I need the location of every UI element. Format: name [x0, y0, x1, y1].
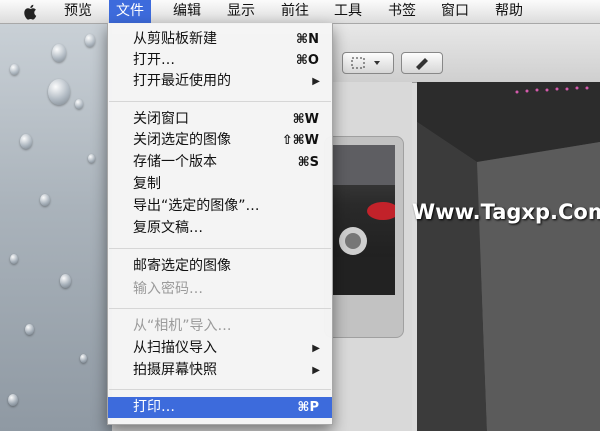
- water-drop: [25, 324, 34, 335]
- menu-item-shortcut: ⌘W: [292, 112, 319, 127]
- menu-go[interactable]: 前往: [274, 0, 316, 23]
- menu-bar: 预览 文件 编辑 显示 前往 工具 书签 窗口 帮助: [0, 0, 600, 24]
- water-drop: [8, 394, 18, 406]
- menu-tools[interactable]: 工具: [327, 0, 369, 23]
- car-thumbnail-image: [331, 145, 395, 295]
- desktop-wallpaper: [0, 24, 112, 431]
- menu-item-label: 从扫描仪导入: [133, 340, 217, 356]
- menu-separator: [109, 308, 331, 309]
- water-drop: [85, 34, 95, 47]
- menu-item-save-version[interactable]: 存储一个版本 ⌘S: [108, 152, 332, 173]
- menu-item-label: 关闭窗口: [133, 111, 189, 127]
- menu-item-label: 关闭选定的图像: [133, 132, 231, 148]
- watermark-text: Www.Tagxp.Com: [412, 200, 600, 224]
- water-drop: [88, 154, 95, 163]
- menu-item-label: 邮寄选定的图像: [133, 258, 231, 274]
- menu-separator: [109, 248, 331, 249]
- menu-separator: [109, 389, 331, 390]
- water-drop: [10, 64, 19, 75]
- water-drop: [60, 274, 71, 288]
- menu-item-open[interactable]: 打开… ⌘O: [108, 50, 332, 71]
- menu-item-duplicate[interactable]: 复制: [108, 174, 332, 195]
- selection-icon: [351, 57, 380, 69]
- menu-item-shortcut: ⌘O: [295, 53, 319, 68]
- menu-edit[interactable]: 编辑: [166, 0, 208, 23]
- menu-item-print[interactable]: 打印… ⌘P: [108, 397, 332, 418]
- water-drop: [80, 354, 87, 363]
- selection-tool-button[interactable]: [342, 52, 394, 74]
- menu-item-enter-password: 输入密码…: [108, 279, 332, 300]
- menu-item-mail-selected-image[interactable]: 邮寄选定的图像: [108, 256, 332, 277]
- main-image: [417, 82, 600, 431]
- submenu-arrow-icon: ▶: [312, 76, 320, 87]
- apple-logo-icon[interactable]: [22, 3, 40, 21]
- menu-help[interactable]: 帮助: [488, 0, 530, 23]
- menu-item-revert-document[interactable]: 复原文稿…: [108, 218, 332, 239]
- menu-preview[interactable]: 预览: [57, 0, 99, 23]
- menu-item-open-recent[interactable]: 打开最近使用的 ▶: [108, 71, 332, 92]
- menu-item-label: 存储一个版本: [133, 154, 217, 170]
- menu-item-export-selected-image[interactable]: 导出“选定的图像”…: [108, 196, 332, 217]
- menu-item-import-from-camera: 从“相机”导入…: [108, 316, 332, 337]
- menu-item-import-from-scanner[interactable]: 从扫描仪导入 ▶: [108, 338, 332, 359]
- menu-item-label: 从“相机”导入…: [133, 318, 232, 334]
- menu-separator: [109, 101, 331, 102]
- menu-item-label: 打开最近使用的: [133, 73, 231, 89]
- annotate-button[interactable]: [401, 52, 443, 74]
- thumbnail-frame[interactable]: [324, 136, 404, 338]
- water-drop: [75, 99, 83, 109]
- menu-item-label: 复制: [133, 176, 161, 192]
- menu-bookmarks[interactable]: 书签: [381, 0, 423, 23]
- submenu-arrow-icon: ▶: [312, 365, 320, 376]
- menu-item-shortcut: ⌘P: [297, 400, 319, 415]
- image-thumbnail[interactable]: [331, 145, 395, 295]
- file-menu-dropdown: 从剪贴板新建 ⌘N 打开… ⌘O 打开最近使用的 ▶ 关闭窗口 ⌘W 关闭选定的…: [107, 23, 333, 425]
- menu-item-shortcut: ⌘S: [297, 155, 319, 170]
- menu-item-label: 拍摄屏幕快照: [133, 362, 217, 378]
- submenu-arrow-icon: ▶: [312, 343, 320, 354]
- menu-item-label: 输入密码…: [133, 281, 203, 297]
- menu-item-label: 从剪贴板新建: [133, 31, 217, 47]
- image-main-view: [417, 82, 600, 431]
- menu-item-take-screenshot[interactable]: 拍摄屏幕快照 ▶: [108, 360, 332, 381]
- water-drop: [48, 79, 70, 105]
- menu-item-label: 导出“选定的图像”…: [133, 198, 260, 214]
- menu-view[interactable]: 显示: [220, 0, 262, 23]
- menu-file[interactable]: 文件: [109, 0, 151, 23]
- menu-item-label: 复原文稿…: [133, 220, 203, 236]
- menu-item-shortcut: ⇧⌘W: [281, 133, 319, 148]
- pencil-icon: [416, 58, 428, 70]
- menu-item-shortcut: ⌘N: [296, 32, 319, 47]
- menu-item-label: 打开…: [133, 52, 175, 68]
- menu-item-label: 打印…: [133, 399, 175, 415]
- menu-window[interactable]: 窗口: [434, 0, 476, 23]
- water-drop: [10, 254, 18, 264]
- water-drop: [20, 134, 32, 149]
- water-drop: [52, 44, 66, 62]
- menu-item-close-selected-image[interactable]: 关闭选定的图像 ⇧⌘W: [108, 130, 332, 151]
- menu-item-close-window[interactable]: 关闭窗口 ⌘W: [108, 109, 332, 130]
- menu-item-new-from-clipboard[interactable]: 从剪贴板新建 ⌘N: [108, 29, 332, 50]
- water-drop: [40, 194, 50, 206]
